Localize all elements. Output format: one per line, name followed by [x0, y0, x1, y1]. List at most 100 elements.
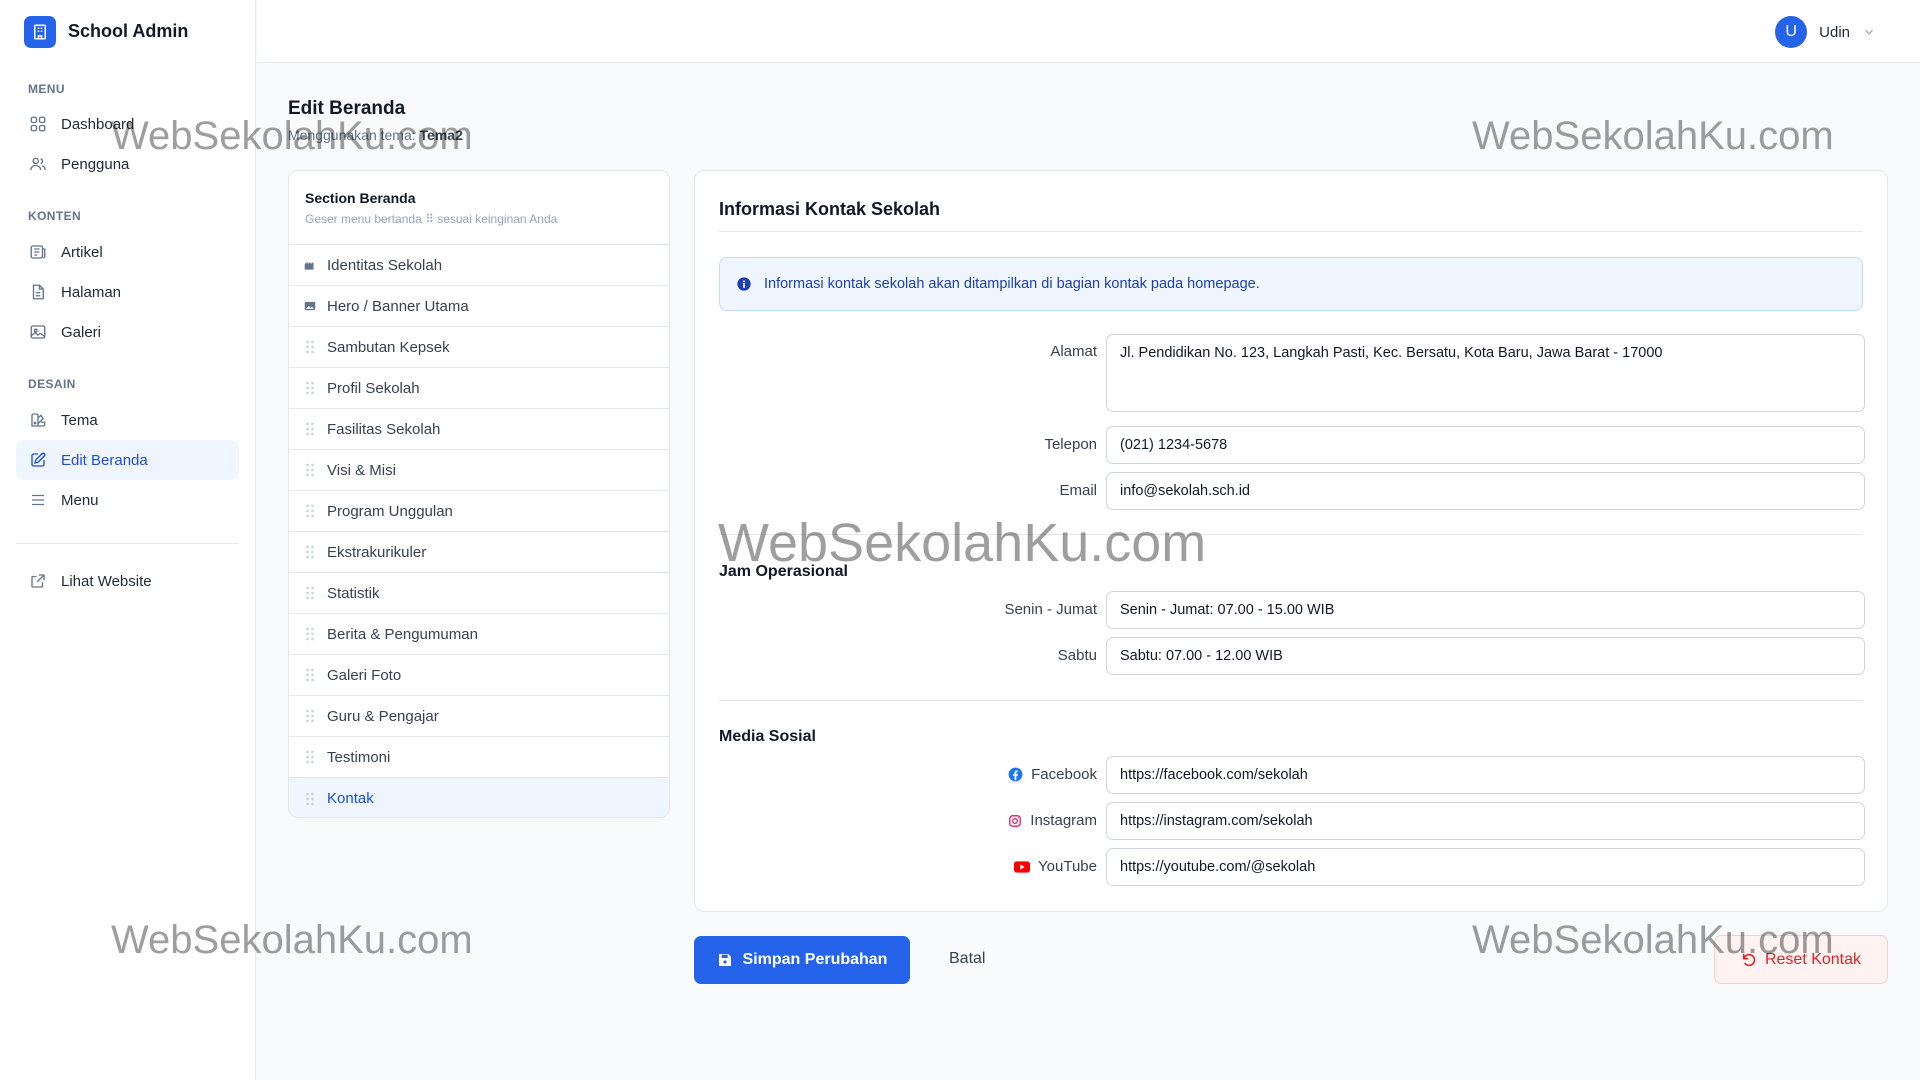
telepon-label: Telepon [1044, 436, 1097, 453]
section-list-item-label: Kontak [327, 790, 374, 807]
cancel-button[interactable]: Batal [949, 950, 985, 968]
sidebar-item-label: Pengguna [61, 155, 130, 173]
section-list-item[interactable]: Sambutan Kepsek [289, 327, 669, 368]
section-list-item-label: Sambutan Kepsek [327, 338, 450, 356]
section-list-item-label: Hero / Banner Utama [327, 297, 469, 315]
drag-handle-icon[interactable] [303, 586, 317, 600]
section-list-item[interactable]: Visi & Misi [289, 450, 669, 491]
nav-section-konten: KONTEN [28, 209, 82, 223]
drag-handle-icon[interactable] [303, 627, 317, 641]
section-list-header: Section Beranda Geser menu bertanda ⠿ se… [289, 171, 669, 245]
drag-handle-icon[interactable] [303, 422, 317, 436]
drag-handle-icon[interactable] [303, 545, 317, 559]
section-list-item[interactable]: Ekstrakurikuler [289, 532, 669, 573]
nav-section-menu: MENU [28, 82, 65, 96]
section-list-item[interactable]: Statistik [289, 573, 669, 614]
sidebar-item-label: Galeri [61, 323, 102, 341]
section-list-item[interactable]: Program Unggulan [289, 491, 669, 532]
section-list-item-label: Berita & Pengumuman [327, 625, 478, 643]
sabtu-label: Sabtu [1057, 647, 1097, 664]
alamat-label: Alamat [1050, 343, 1097, 360]
jam-operasional-title: Jam Operasional [719, 563, 848, 580]
facebook-field[interactable] [1106, 756, 1865, 794]
section-list-item[interactable]: Fasilitas Sekolah [289, 409, 669, 450]
sidebar-item-menu[interactable]: Menu [16, 480, 239, 520]
user-menu[interactable]: U Udin [1775, 16, 1876, 48]
sidebar-divider [16, 543, 239, 544]
telepon-field[interactable] [1106, 426, 1865, 464]
section-list-item[interactable]: Kontak [289, 778, 669, 817]
drag-handle-icon[interactable] [303, 792, 317, 806]
drag-handle-icon[interactable] [303, 463, 317, 477]
sabtu-field[interactable] [1106, 637, 1865, 675]
top-bar: U Udin [257, 0, 1920, 63]
sidebar-item-label: Tema [61, 411, 98, 429]
section-list-item[interactable]: Galeri Foto [289, 655, 669, 696]
sidebar-item-pengguna[interactable]: Pengguna [16, 144, 239, 184]
users-icon [29, 155, 47, 173]
section-list-hint: Geser menu bertanda ⠿ sesuai keinginan A… [305, 212, 558, 226]
section-list-item[interactable]: Hero / Banner Utama [289, 286, 669, 327]
section-list-item-label: Visi & Misi [327, 461, 396, 479]
divider [719, 231, 1863, 232]
info-icon [736, 276, 752, 292]
reset-contact-button[interactable]: Reset Kontak [1714, 935, 1888, 984]
divider [719, 534, 1863, 535]
sidebar-item-label: Artikel [61, 243, 103, 261]
sidebar-item-galeri[interactable]: Galeri [16, 312, 239, 352]
photo-icon [29, 323, 47, 341]
drag-handle-icon[interactable] [303, 381, 317, 395]
drag-handle-icon[interactable] [303, 709, 317, 723]
drag-handle-icon[interactable] [303, 504, 317, 518]
palette-icon [29, 411, 47, 429]
brand[interactable]: School Admin [0, 0, 255, 63]
alamat-field[interactable]: Jl. Pendidikan No. 123, Langkah Pasti, K… [1106, 334, 1865, 412]
section-list-item-label: Profil Sekolah [327, 379, 420, 397]
section-list-item-label: Galeri Foto [327, 666, 402, 684]
section-list-item[interactable]: Identitas Sekolah [289, 245, 669, 286]
email-label: Email [1059, 482, 1097, 499]
senin-jumat-field[interactable] [1106, 591, 1865, 629]
user-name: Udin [1819, 23, 1850, 41]
sidebar-item-lihat-website[interactable]: Lihat Website [16, 561, 239, 601]
section-list-card: Section Beranda Geser menu bertanda ⠿ se… [288, 170, 670, 818]
youtube-field[interactable] [1106, 848, 1865, 886]
drag-handle-icon[interactable] [303, 340, 317, 354]
instagram-field[interactable] [1106, 802, 1865, 840]
sidebar-item-tema[interactable]: Tema [16, 400, 239, 440]
sidebar-item-dashboard[interactable]: Dashboard [16, 104, 239, 144]
reset-button-label: Reset Kontak [1764, 950, 1862, 968]
drag-handle-icon[interactable] [303, 750, 317, 764]
sidebar-item-label: Dashboard [61, 115, 135, 133]
email-field[interactable] [1106, 472, 1865, 510]
sidebar: School Admin MENU Dashboard Pengguna KON… [0, 0, 256, 1080]
school-icon [303, 258, 317, 272]
page-title: Edit Beranda [288, 98, 406, 119]
info-alert: Informasi kontak sekolah akan ditampilka… [719, 257, 1863, 311]
sidebar-item-edit-beranda[interactable]: Edit Beranda [16, 440, 239, 480]
section-list-item[interactable]: Berita & Pengumuman [289, 614, 669, 655]
instagram-label-text: Instagram [1030, 812, 1097, 829]
drag-handle-icon[interactable] [303, 668, 317, 682]
senin-jumat-label: Senin - Jumat [1004, 601, 1097, 618]
nav-section-desain: DESAIN [28, 377, 76, 391]
sidebar-item-label: Lihat Website [61, 572, 152, 590]
section-list-item[interactable]: Guru & Pengajar [289, 696, 669, 737]
edit-icon [29, 451, 47, 469]
document-icon [29, 283, 47, 301]
sidebar-item-artikel[interactable]: Artikel [16, 232, 239, 272]
media-sosial-title: Media Sosial [719, 728, 816, 745]
youtube-label-text: YouTube [1038, 858, 1097, 875]
section-list-item-label: Statistik [327, 584, 380, 602]
facebook-label: Facebook [1008, 766, 1097, 783]
sidebar-item-halaman[interactable]: Halaman [16, 272, 239, 312]
active-theme: Tema2 [419, 127, 463, 143]
save-button[interactable]: Simpan Perubahan [694, 936, 910, 984]
floppy-disk-icon [717, 952, 733, 968]
instagram-label: Instagram [1008, 812, 1097, 829]
section-list-item[interactable]: Profil Sekolah [289, 368, 669, 409]
section-list: Identitas Sekolah Hero / Banner Utama Samb… [289, 245, 669, 817]
sidebar-item-label: Halaman [61, 283, 122, 301]
section-list-item[interactable]: Testimoni [289, 737, 669, 778]
external-link-icon [29, 572, 47, 590]
